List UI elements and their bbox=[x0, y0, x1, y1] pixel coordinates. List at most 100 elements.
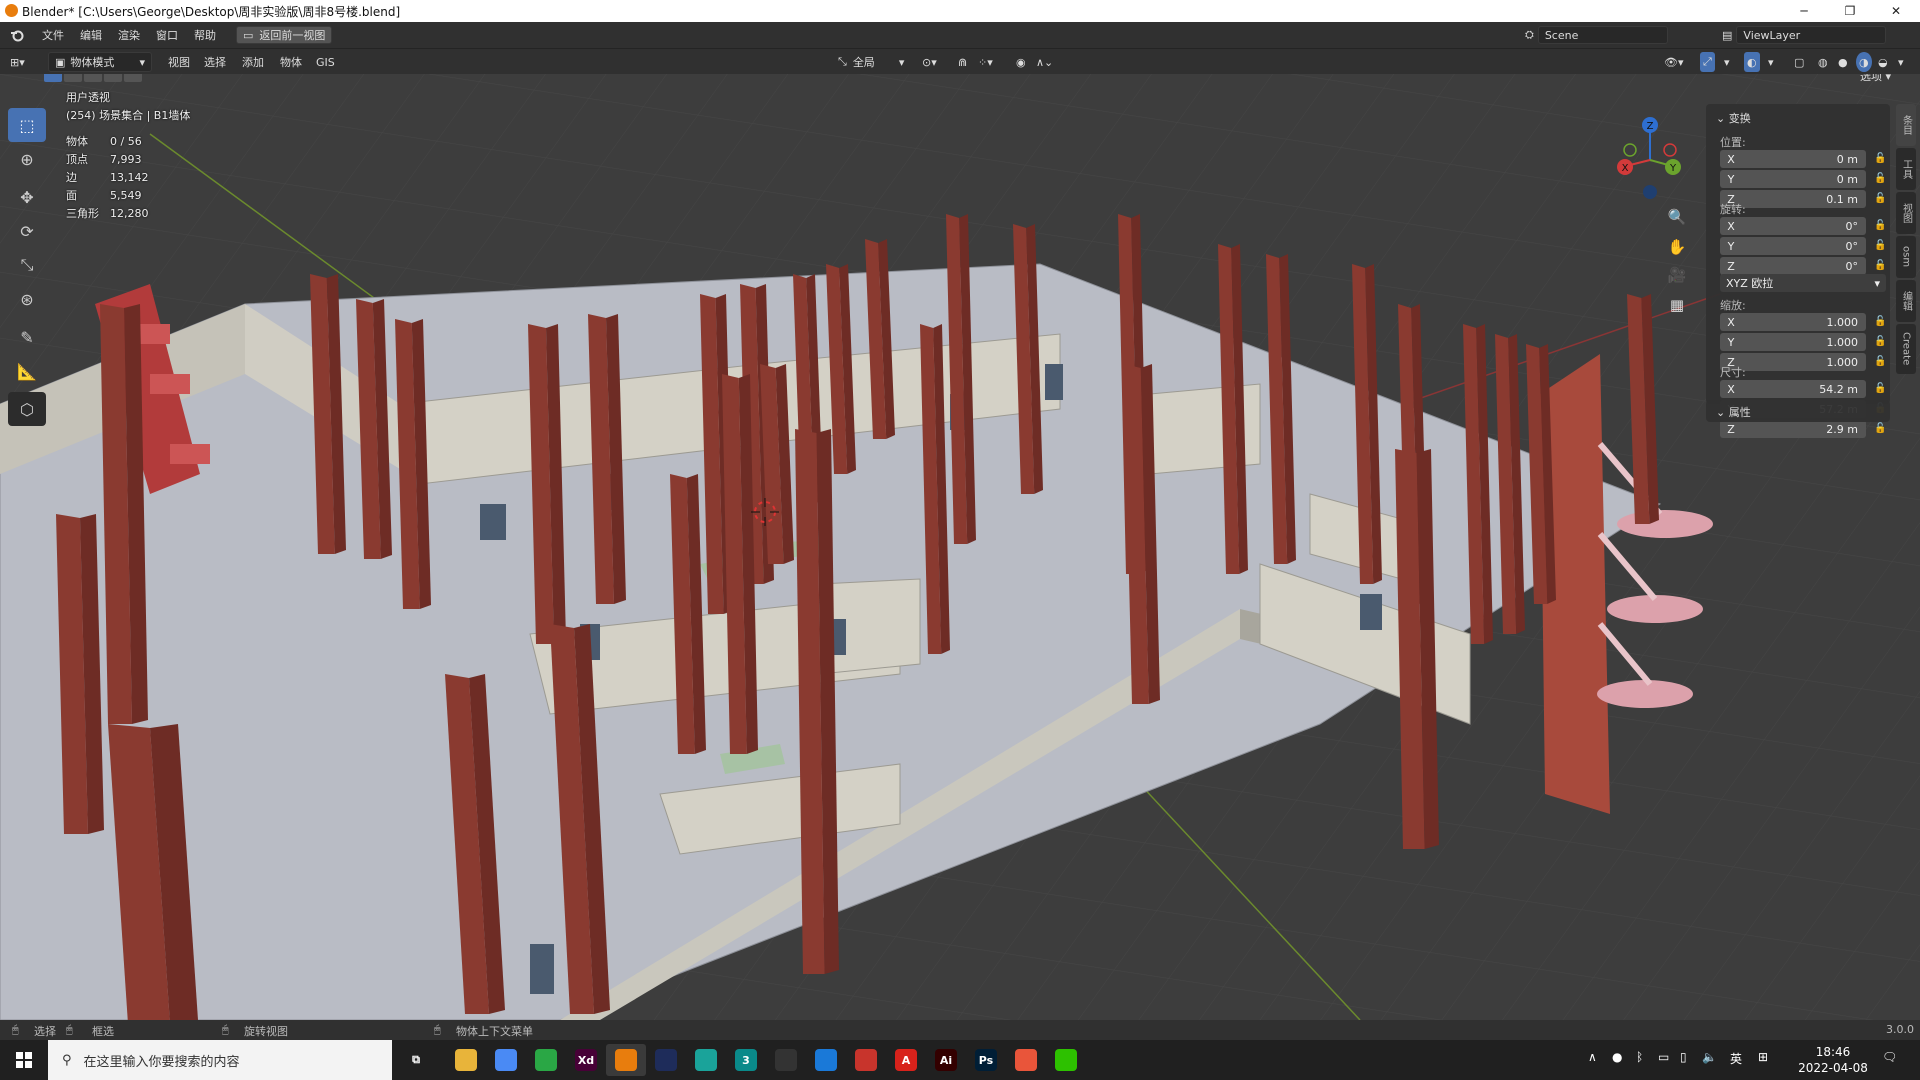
xray-toggle[interactable]: ▢ bbox=[1794, 52, 1804, 72]
rotation-x-field[interactable]: X 0° bbox=[1720, 217, 1866, 235]
menu-render[interactable]: 渲染 bbox=[110, 27, 148, 43]
lock-icon[interactable]: 🔓 bbox=[1874, 336, 1886, 348]
taskbar-app-file-explorer[interactable] bbox=[446, 1044, 486, 1076]
wechat-tray-icon[interactable]: ● bbox=[1612, 1050, 1622, 1064]
tab-item[interactable]: 条目 bbox=[1896, 104, 1916, 146]
scale-y-field[interactable]: Y 1.000 bbox=[1720, 333, 1866, 351]
lock-icon[interactable]: 🔓 bbox=[1874, 260, 1886, 272]
overlays-options[interactable]: ▾ bbox=[1768, 52, 1774, 72]
zoom-button[interactable]: 🔍 bbox=[1662, 204, 1692, 230]
taskbar-app-unity[interactable] bbox=[766, 1044, 806, 1076]
overlays-toggle[interactable]: ◐ bbox=[1744, 52, 1760, 72]
rotation-y-field[interactable]: Y 0° bbox=[1720, 237, 1866, 255]
measure-tool[interactable]: 📐 bbox=[8, 354, 46, 388]
lock-icon[interactable]: 🔓 bbox=[1874, 423, 1886, 435]
notification-icon[interactable]: 🗨 bbox=[1882, 1050, 1897, 1064]
taskbar-app-chrome[interactable] bbox=[486, 1044, 526, 1076]
clock[interactable]: 18:46 2022-04-08 bbox=[1790, 1044, 1876, 1076]
lock-icon[interactable]: 🔓 bbox=[1874, 240, 1886, 252]
gizmo-options[interactable]: ▾ bbox=[1724, 52, 1730, 72]
select-subtract-icon[interactable] bbox=[84, 74, 102, 82]
menu-edit[interactable]: 编辑 bbox=[72, 27, 110, 43]
taskbar-app-figma-app[interactable] bbox=[1006, 1044, 1046, 1076]
ime-mode-icon[interactable]: ⊞ bbox=[1758, 1050, 1768, 1064]
network-icon[interactable]: ▯ bbox=[1680, 1050, 1687, 1064]
shading-material[interactable]: ◑ bbox=[1856, 52, 1872, 72]
battery-icon[interactable]: ▭ bbox=[1658, 1050, 1669, 1064]
task-view-button[interactable]: ⧉ bbox=[396, 1044, 436, 1076]
back-to-previous-button[interactable]: ▭ 返回前一视图 bbox=[236, 26, 333, 44]
tab-edit[interactable]: 编辑 bbox=[1896, 280, 1916, 322]
camera-view-button[interactable]: 🎥 bbox=[1662, 262, 1692, 288]
tray-chevron-icon[interactable]: ∧ bbox=[1588, 1050, 1597, 1064]
taskbar-app-blue-circle-app[interactable] bbox=[806, 1044, 846, 1076]
menu-gis[interactable]: GIS bbox=[316, 52, 335, 72]
scale-tool[interactable]: ⤡ bbox=[8, 248, 46, 282]
taskbar-app-photoshop[interactable]: Ps bbox=[966, 1044, 1006, 1076]
lock-icon[interactable]: 🔓 bbox=[1874, 193, 1886, 205]
rotation-z-field[interactable]: Z 0° bbox=[1720, 257, 1866, 275]
select-intersect-icon[interactable] bbox=[124, 74, 142, 82]
options-menu[interactable]: 选项 ▾ bbox=[1860, 74, 1891, 84]
rotate-tool[interactable]: ⟳ bbox=[8, 214, 46, 248]
add-cube-tool[interactable]: ⬡ bbox=[8, 392, 46, 426]
volume-icon[interactable]: 🔈 bbox=[1702, 1050, 1717, 1064]
lock-icon[interactable]: 🔓 bbox=[1874, 383, 1886, 395]
taskbar-app-green-app[interactable] bbox=[526, 1044, 566, 1076]
scale-x-field[interactable]: X 1.000 bbox=[1720, 313, 1866, 331]
transform-section-header[interactable]: ⌄ 变换 bbox=[1716, 110, 1751, 126]
shading-wireframe[interactable]: ◍ bbox=[1818, 52, 1828, 72]
taskbar-app-wechat[interactable] bbox=[1046, 1044, 1086, 1076]
annotate-tool[interactable]: ✎ bbox=[8, 320, 46, 354]
properties-section-header[interactable]: ⌄ 属性 bbox=[1706, 400, 1890, 422]
taskbar-app-blender[interactable] bbox=[606, 1044, 646, 1076]
cursor-tool[interactable]: ⊕ bbox=[8, 142, 46, 176]
taskbar-app-red-app[interactable] bbox=[846, 1044, 886, 1076]
snap-target-select[interactable]: ⁘▾ bbox=[978, 52, 993, 72]
rotation-mode-select[interactable]: XYZ 欧拉 ▾ bbox=[1720, 274, 1886, 292]
lock-icon[interactable]: 🔓 bbox=[1874, 153, 1886, 165]
restore-button[interactable]: ❐ bbox=[1827, 0, 1873, 22]
ortho-toggle-button[interactable]: ▦ bbox=[1662, 292, 1692, 318]
menu-add[interactable]: 添加 bbox=[242, 52, 264, 72]
menu-view[interactable]: 视图 bbox=[168, 52, 190, 72]
shading-solid[interactable]: ● bbox=[1838, 52, 1848, 72]
gizmo-toggle[interactable]: ⤢ bbox=[1700, 52, 1715, 72]
taskbar-app-3dsmax[interactable]: 3 bbox=[726, 1044, 766, 1076]
select-extend-icon[interactable] bbox=[64, 74, 82, 82]
menu-select[interactable]: 选择 bbox=[204, 52, 226, 72]
shading-options[interactable]: ▾ bbox=[1898, 52, 1904, 72]
bluetooth-icon[interactable]: ᛒ bbox=[1636, 1050, 1643, 1064]
taskbar-app-illustrator[interactable]: Ai bbox=[926, 1044, 966, 1076]
minimize-button[interactable]: ─ bbox=[1781, 0, 1827, 22]
menu-file[interactable]: 文件 bbox=[34, 27, 72, 43]
pan-button[interactable]: ✋ bbox=[1662, 234, 1692, 260]
snap-toggle[interactable]: ⋒ bbox=[958, 52, 967, 72]
pivot-point-button[interactable]: ⊙▾ bbox=[922, 52, 937, 72]
transform-tool[interactable]: ⊛ bbox=[8, 282, 46, 316]
blender-menu-icon[interactable] bbox=[0, 28, 34, 42]
lock-icon[interactable]: 🔓 bbox=[1874, 173, 1886, 185]
navigation-gizmo[interactable]: Z Y X bbox=[1600, 110, 1700, 210]
shading-rendered[interactable]: ◒ bbox=[1878, 52, 1888, 72]
lock-icon[interactable]: 🔓 bbox=[1874, 356, 1886, 368]
ime-indicator[interactable]: 英 bbox=[1730, 1050, 1742, 1067]
taskbar-app-acrobat[interactable]: A bbox=[886, 1044, 926, 1076]
visibility-select[interactable]: 👁▾ bbox=[1664, 52, 1684, 72]
select-box-tool[interactable]: ⬚ bbox=[8, 108, 46, 142]
proportional-edit-toggle[interactable]: ◉ bbox=[1016, 52, 1026, 72]
close-button[interactable]: ✕ bbox=[1873, 0, 1919, 22]
taskbar-search[interactable]: ⚲ 在这里输入你要搜索的内容 bbox=[48, 1040, 392, 1080]
taskbar-app-adobe-xd[interactable]: Xd bbox=[566, 1044, 606, 1076]
dimensions-z-field[interactable]: Z 2.9 m bbox=[1720, 420, 1866, 438]
move-tool[interactable]: ✥ bbox=[8, 180, 46, 214]
dimensions-x-field[interactable]: X 54.2 m bbox=[1720, 380, 1866, 398]
lock-icon[interactable]: 🔓 bbox=[1874, 316, 1886, 328]
editor-type-button[interactable]: ⊞▾ bbox=[10, 52, 25, 72]
location-x-field[interactable]: X 0 m bbox=[1720, 150, 1866, 168]
lock-icon[interactable]: 🔓 bbox=[1874, 220, 1886, 232]
transform-orientation-select[interactable]: ⤡ 全局 ▾ bbox=[838, 52, 904, 72]
select-new-icon[interactable] bbox=[44, 74, 62, 82]
mode-select[interactable]: ▣ 物体模式 ▾ bbox=[48, 52, 152, 72]
falloff-select[interactable]: ∧⌄ bbox=[1036, 52, 1053, 72]
